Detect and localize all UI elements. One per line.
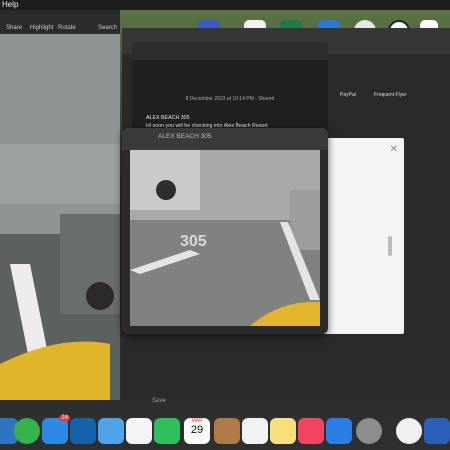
scrollbar-thumb[interactable] (388, 236, 392, 256)
rotate-button[interactable]: Rotate (58, 25, 76, 31)
mail-badge: 24 (59, 415, 70, 421)
close-icon[interactable]: ✕ (390, 144, 398, 155)
highlight-button[interactable]: Highlight (30, 25, 53, 31)
preview-titlebar: ALEX BEACH 305 (122, 128, 328, 150)
calendar-day: 29 (190, 424, 204, 436)
bookmark-frequent-flyer[interactable]: Frequent Flyer (374, 92, 407, 98)
parking-photo (0, 34, 120, 400)
photo-preview-window: ALEX BEACH 305 305 (122, 128, 328, 334)
note-toolbar (132, 42, 328, 60)
photos-icon[interactable] (126, 418, 152, 444)
share-button[interactable]: Share (6, 25, 22, 31)
messages-icon[interactable] (14, 418, 40, 444)
menu-bar: Help (0, 0, 450, 10)
note-date: 8 December 2023 at 10:14 PM - Shared (185, 96, 275, 102)
outlook-dock-icon[interactable] (70, 418, 96, 444)
chrome-icon[interactable] (396, 418, 422, 444)
save-button[interactable]: Save (152, 398, 166, 404)
maps-icon[interactable] (98, 418, 124, 444)
photos-toolbar: Share Highlight Rotate Search (0, 10, 120, 34)
word-dock-icon[interactable] (424, 418, 450, 444)
bookmark-paypal[interactable]: PayPal (340, 92, 356, 98)
notes-icon[interactable] (270, 418, 296, 444)
space-number: 305 (180, 233, 207, 250)
app-store-icon[interactable] (326, 418, 352, 444)
contacts-icon[interactable] (214, 418, 240, 444)
parking-space-photo: 305 (130, 150, 320, 326)
music-icon[interactable] (298, 418, 324, 444)
photos-window: Share Highlight Rotate Search (0, 10, 120, 400)
facetime-icon[interactable] (154, 418, 180, 444)
bookmarks-bar: PayPal Frequent Flyer (332, 90, 450, 100)
preview-title: ALEX BEACH 305 (158, 133, 212, 140)
search-button[interactable]: Search (98, 25, 117, 31)
note-window: 8 December 2023 at 10:14 PM - Shared ALE… (132, 42, 328, 169)
reminders-icon[interactable] (242, 418, 268, 444)
calendar-icon[interactable]: MAR 29 (184, 418, 210, 444)
dock: 24 MAR 29 (0, 413, 450, 450)
menu-help[interactable]: Help (0, 0, 18, 9)
mail-icon[interactable]: 24 (42, 415, 70, 444)
system-settings-icon[interactable] (356, 418, 382, 444)
